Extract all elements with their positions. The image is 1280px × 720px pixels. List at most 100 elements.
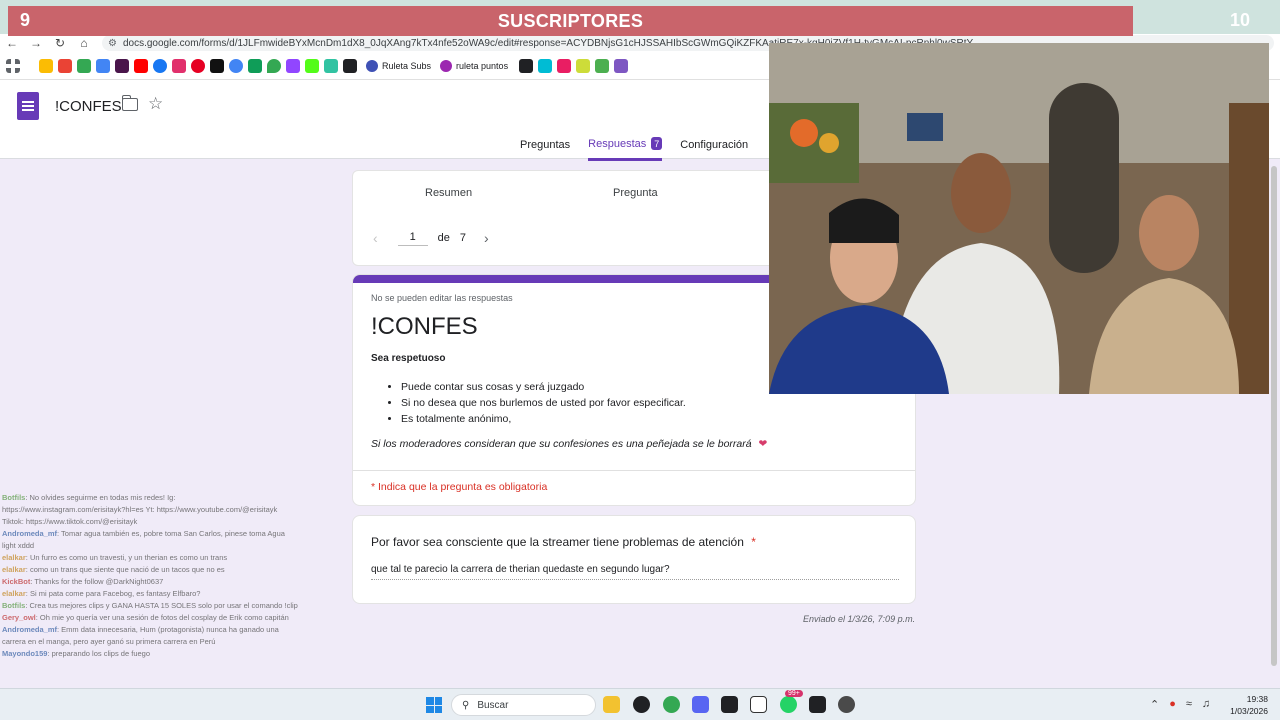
link-icon[interactable] [519, 58, 534, 73]
search-icon: ⚲ [462, 699, 470, 711]
chrome-icon[interactable] [229, 58, 243, 73]
chevron-left-icon[interactable]: ‹ [373, 230, 378, 246]
no-edit-notice: No se pueden editar las respuestas [371, 293, 513, 303]
chat-message: KickBot: Thanks for the follow @DarkNigh… [0, 576, 300, 588]
chat-message: Andromeda_mf: Tomar agua también es, pob… [0, 528, 300, 552]
bookmark-ruleta-subs[interactable]: Ruleta Subs [366, 59, 431, 72]
discord-icon[interactable] [692, 696, 709, 713]
chat-message: elalkar: como un trans que siente que na… [0, 564, 300, 576]
subscriber-goal-label: SUSCRIPTORES [497, 10, 644, 31]
chat-username: elalkar [2, 565, 26, 574]
list-icon[interactable] [614, 58, 629, 73]
chevron-up-icon[interactable]: ⌃ [1150, 698, 1159, 711]
whatsapp-icon[interactable] [780, 696, 797, 713]
moderation-note: Si los moderadores consideran que su con… [371, 438, 767, 450]
taskbar-clock[interactable]: 19:38 1/03/2026 [1226, 693, 1268, 717]
folder-icon[interactable] [121, 95, 138, 111]
tiktok-icon[interactable] [210, 58, 224, 73]
back-button[interactable]: ← [0, 35, 24, 51]
heart-icon: ❤ [758, 438, 768, 450]
chatgpt-icon[interactable] [633, 696, 650, 713]
location-icon[interactable] [267, 58, 281, 73]
gmail-icon[interactable] [58, 58, 72, 73]
question-card: Por favor sea consciente que la streamer… [352, 515, 916, 604]
taskbar-search-placeholder: Buscar [477, 699, 509, 711]
moderation-note-text: Si los moderadores consideran que su con… [371, 438, 752, 450]
shortcut-icon[interactable] [557, 58, 572, 73]
chat-text: : Crea tus mejores clips y GANA HASTA 15… [25, 601, 298, 610]
form-name[interactable]: !CONFES [55, 98, 122, 115]
chat-username: Andromeda_mf [2, 529, 58, 538]
meet-icon[interactable] [96, 58, 110, 73]
divider [353, 470, 915, 471]
subtab-pregunta[interactable]: Pregunta [613, 187, 658, 199]
home-button[interactable]: ⌂ [72, 35, 96, 51]
chat-text: : Oh mie yo quería ver una sesión de fot… [35, 613, 289, 622]
slack-icon[interactable] [115, 58, 129, 73]
scrollbar-thumb[interactable] [1271, 166, 1277, 666]
kick-icon[interactable] [305, 58, 319, 73]
chat-username: Mayondo159 [2, 649, 48, 658]
question-label: Por favor sea consciente que la streamer… [371, 535, 744, 549]
chat-message: Andromeda_mf: Emm data innecesaria, Hum … [0, 624, 300, 648]
subscriber-goal-banner: SUSCRIPTORES [8, 6, 1133, 36]
drive-icon[interactable] [39, 58, 53, 73]
obs-icon[interactable] [838, 696, 855, 713]
chat-message: elalkar: Si mi pata come para Facebog, e… [0, 588, 300, 600]
chat-text: : Un furro es como un travesti, y un the… [25, 553, 228, 562]
facebook-icon[interactable] [153, 58, 167, 73]
webcam-feed-image [769, 43, 1269, 394]
lime-icon[interactable] [576, 58, 591, 73]
tab-respuestas[interactable]: Respuestas 7 [588, 137, 663, 161]
tab-preguntas[interactable]: Preguntas [520, 137, 570, 161]
notion-icon[interactable] [750, 696, 767, 713]
sheets-icon[interactable] [248, 58, 262, 73]
twitch-icon[interactable] [286, 58, 300, 73]
page-number-input[interactable]: 1 [397, 231, 428, 246]
instagram-icon[interactable] [172, 58, 186, 73]
play-icon[interactable] [538, 58, 553, 73]
windows-start-icon[interactable] [426, 697, 442, 713]
app-icon[interactable] [809, 696, 826, 713]
bookmark-label: ruleta puntos [456, 60, 509, 71]
youtube-icon[interactable] [134, 58, 148, 73]
chat-username: Andromeda_mf [2, 625, 58, 634]
form-tabs: Preguntas Respuestas 7 Configuración [520, 137, 748, 161]
chat-username: Botfils [2, 493, 26, 502]
site-info-icon[interactable]: ⚙ [108, 38, 117, 49]
page-scrollbar[interactable] [1270, 160, 1278, 687]
file-explorer-icon[interactable] [603, 696, 620, 713]
microphone-icon[interactable]: ● [1169, 698, 1176, 711]
leaf-icon[interactable] [595, 58, 610, 73]
capcut-icon[interactable] [721, 696, 738, 713]
list-item: Si no desea que nos burlemos de usted po… [401, 395, 686, 411]
check-icon[interactable] [343, 58, 357, 73]
star-icon[interactable]: ☆ [148, 94, 163, 114]
list-item: Puede contar sus cosas y será juzgado [401, 379, 686, 395]
tab-configuracion[interactable]: Configuración [680, 137, 748, 161]
chat-message: Botfils: No olvides seguirme en todas mi… [0, 492, 300, 528]
chat-username: KickBot [2, 577, 31, 586]
system-tray: ⌃ ● ≈ ♫ [1150, 698, 1210, 711]
taskbar-search[interactable]: ⚲ Buscar [451, 694, 596, 716]
wifi-icon[interactable]: ≈ [1186, 698, 1192, 711]
subtab-resumen[interactable]: Resumen [425, 187, 472, 199]
reload-button[interactable]: ↻ [48, 35, 72, 51]
google-forms-icon[interactable] [17, 92, 39, 120]
rules-list: Puede contar sus cosas y será juzgado Si… [401, 379, 686, 427]
forward-button[interactable]: → [24, 35, 48, 51]
apps-icon[interactable] [6, 58, 20, 73]
chevron-right-icon[interactable]: › [484, 230, 489, 246]
response-pager: ‹ 1 de 7 › [373, 230, 489, 246]
chat-text: : Si mi pata come para Facebog, es fanta… [25, 589, 201, 598]
chrome-icon[interactable] [663, 696, 680, 713]
streamlabs-icon[interactable] [324, 58, 338, 73]
chat-username: elalkar [2, 553, 26, 562]
required-mark: * [751, 535, 756, 549]
subscriber-count: 9 [20, 10, 31, 30]
volume-icon[interactable]: ♫ [1202, 698, 1210, 711]
pinterest-icon[interactable] [191, 58, 205, 73]
bookmark-ruleta-puntos[interactable]: ruleta puntos [440, 59, 509, 72]
maps-icon[interactable] [77, 58, 91, 73]
subscriber-goal: 10 [1230, 10, 1251, 30]
